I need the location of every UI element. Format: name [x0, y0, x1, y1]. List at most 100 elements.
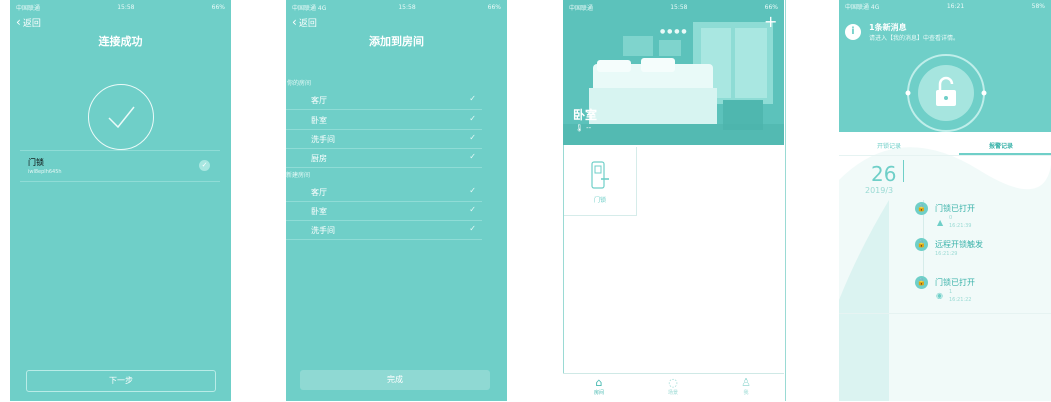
device-name: 门锁	[28, 158, 44, 167]
room-item[interactable]: 洗手间 ✓	[286, 129, 482, 149]
next-button[interactable]: 下一步	[26, 370, 216, 392]
tab-label: 房间	[593, 390, 604, 396]
check-icon: ✓	[469, 186, 476, 195]
status-bar: 中国联通 4G 15:58 66%	[286, 0, 507, 14]
tab-label: 场景	[667, 390, 678, 396]
status-bar: 中国联通 4G 16:21 58%	[839, 0, 1051, 12]
event-sub: 0	[949, 215, 953, 221]
profile-icon: ♙	[741, 376, 751, 389]
battery-label: 66%	[487, 3, 501, 11]
room-label: 客厅	[311, 188, 327, 197]
device-id: iwl8eplh645h	[28, 169, 62, 175]
room-name: 卧室	[573, 108, 598, 122]
screen-connect-success: 中国联通 15:58 66% ‹ 返回 连接成功	[10, 0, 231, 401]
user-icon: ▲	[937, 218, 944, 227]
notice-banner[interactable]: i 1条新消息 请进入【我的消息】中查看详情。	[845, 22, 1045, 44]
event-time: 16:21:29	[935, 251, 958, 257]
lock-badge-icon: 🔒	[915, 202, 928, 215]
scene-icon: ◌	[668, 376, 678, 389]
room-item[interactable]: 客厅 ✓	[286, 182, 482, 202]
room-item[interactable]: 厨房 ✓	[286, 148, 482, 168]
page-title: 连接成功	[98, 35, 143, 48]
success-check-icon	[88, 84, 154, 150]
device-card[interactable]: 门锁	[564, 147, 637, 216]
room-label: 厨房	[311, 154, 327, 163]
home-icon: ⌂	[595, 376, 603, 389]
time-label: 15:58	[398, 3, 416, 11]
active-tab-indicator	[959, 153, 1051, 155]
add-icon[interactable]: +	[764, 14, 777, 30]
event-title: 远程开锁触发	[935, 240, 983, 249]
check-icon: ✓	[469, 94, 476, 103]
chevron-left-icon: ‹	[16, 15, 21, 29]
records-tabs: 开锁记录 报警记录	[839, 137, 1051, 156]
page-title: 添加到房间	[369, 35, 424, 48]
battery-label: 66%	[211, 3, 225, 11]
tab-label: 我	[743, 390, 749, 396]
tab-bar: ⌂ 房间 ◌ 场景 ♙ 我	[563, 373, 784, 402]
page-dots: ● ● ● ●	[660, 28, 687, 35]
event-title: 门锁已打开	[935, 278, 975, 287]
room-label: 洗手间	[311, 226, 335, 235]
lock-badge-icon: 🔒	[915, 276, 928, 289]
event-time: 16:21:39	[949, 223, 972, 229]
time-label: 15:58	[670, 3, 688, 11]
room-label: 卧室	[311, 207, 327, 216]
lock-badge-icon: 🔒	[915, 238, 928, 251]
back-label: 返回	[298, 18, 317, 29]
timeline-event[interactable]: 🔒 门锁已打开 ▲ 0 16:21:39	[915, 202, 1045, 236]
status-bar: 中国联通 15:58 66%	[563, 0, 784, 14]
time-label: 15:58	[117, 3, 135, 11]
timeline-event[interactable]: 🔒 远程开锁触发 16:21:29	[915, 238, 1045, 264]
room-item[interactable]: 卧室 ✓	[286, 201, 482, 221]
back-button[interactable]: ‹ 返回	[10, 14, 231, 30]
event-title: 门锁已打开	[935, 204, 975, 213]
tab-profile[interactable]: ♙ 我	[726, 376, 766, 397]
device-label: 门锁	[593, 197, 606, 204]
check-icon: ✓	[469, 205, 476, 214]
chevron-left-icon: ‹	[292, 15, 297, 29]
check-icon: ✓	[199, 160, 210, 171]
carrier-label: 中国联通 4G	[292, 4, 327, 12]
time-label: 16:21	[946, 2, 965, 10]
tab-unlock-records[interactable]: 开锁记录	[877, 141, 901, 150]
room-label: 洗手间	[311, 135, 335, 144]
door-lock-icon	[591, 161, 609, 189]
notice-body: 请进入【我的消息】中查看详情。	[869, 35, 960, 42]
back-label: 返回	[22, 18, 41, 29]
date-month: 2019/3	[865, 186, 894, 195]
list-divider	[839, 313, 1051, 314]
event-sub: 1	[949, 289, 953, 295]
room-item[interactable]: 卧室 ✓	[286, 110, 482, 130]
status-bar: 中国联通 15:58 66%	[10, 0, 231, 14]
tab-scenes[interactable]: ◌ 场景	[653, 376, 693, 397]
fingerprint-icon: ◉	[936, 291, 943, 300]
new-rooms-label: 新建房间	[286, 172, 311, 179]
carrier-label: 中国联通 4G	[845, 3, 880, 11]
date-divider	[903, 160, 904, 182]
lock-icon[interactable]	[901, 48, 991, 138]
room-photo	[563, 0, 784, 145]
check-icon: ✓	[469, 224, 476, 233]
battery-label: 66%	[764, 3, 778, 11]
screen-lock-records: 中国联通 4G 16:21 58% i 1条新消息 请进入【我的消息】中查看详情…	[839, 0, 1051, 401]
check-icon: ✓	[469, 114, 476, 123]
notice-title: 1条新消息	[869, 23, 907, 32]
carrier-label: 中国联通	[569, 4, 594, 12]
tab-alarm-records[interactable]: 报警记录	[989, 141, 1013, 150]
room-item[interactable]: 洗手间 ✓	[286, 220, 482, 240]
date-day: 26	[871, 162, 897, 186]
device-row[interactable]: 门锁 iwl8eplh645h ✓	[20, 150, 220, 182]
tab-rooms[interactable]: ⌂ 房间	[579, 376, 619, 397]
back-button[interactable]: ‹ 返回	[286, 14, 507, 30]
carrier-label: 中国联通	[16, 4, 41, 12]
check-icon: ✓	[469, 152, 476, 161]
check-icon: ✓	[469, 133, 476, 142]
room-label: 卧室	[311, 116, 327, 125]
timeline-event[interactable]: 🔒 门锁已打开 ◉ 1 16:21:22	[915, 276, 1045, 310]
info-icon: i	[845, 24, 861, 40]
room-label: 客厅	[311, 96, 327, 105]
thermometer-icon: 🌡 --	[575, 124, 592, 132]
done-button[interactable]: 完成	[300, 370, 490, 390]
room-item[interactable]: 客厅 ✓	[286, 90, 482, 110]
